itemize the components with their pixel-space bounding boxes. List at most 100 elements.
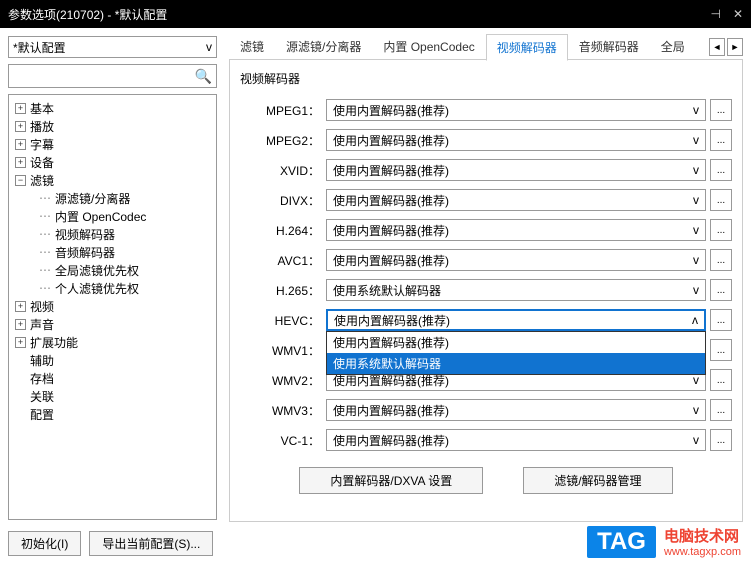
chevron-down-icon: v [693,133,699,147]
left-panel: *默认配置 v 🔍 + 基本 + 播放+字幕+设备−滤镜源滤镜/分离器内置 OpenC… [0,28,225,528]
tree-child-item[interactable]: 音频解码器 [11,243,214,261]
tree-toggle-icon[interactable]: − [15,175,26,186]
tree-item-label: 播放 [30,118,54,135]
decoder-label: DIVX： [240,192,320,209]
tab[interactable]: 源滤镜/分离器 [275,33,372,60]
search-box[interactable]: 🔍 [8,64,217,88]
pin-icon[interactable]: ⊣ [710,7,720,21]
decoder-more-button[interactable]: ... [710,99,732,121]
decoder-more-button[interactable]: ... [710,249,732,271]
decoder-more-button[interactable]: ... [710,399,732,421]
decoder-more-button[interactable]: ... [710,429,732,451]
tree-child-item[interactable]: 内置 OpenCodec [11,207,214,225]
chevron-down-icon: v [693,163,699,177]
tree-item[interactable]: 配置 [11,405,214,423]
tree-child-item[interactable]: 源滤镜/分离器 [11,189,214,207]
decoder-label: AVC1： [240,252,320,269]
initialize-button[interactable]: 初始化(I) [8,531,81,556]
tab[interactable]: 滤镜 [229,33,275,60]
tree-item-label: 声音 [30,316,54,333]
decoder-label: H.264： [240,222,320,239]
decoder-label: WMV2： [240,372,320,389]
dropdown-item[interactable]: 使用系统默认解码器 [327,353,705,374]
tree-item[interactable]: +字幕 [11,135,214,153]
decoder-select[interactable]: 使用内置解码器(推荐)v [326,429,706,451]
decoder-select[interactable]: 使用内置解码器(推荐) v [326,249,706,271]
decoder-more-button[interactable]: ... [710,279,732,301]
dxva-settings-button[interactable]: 内置解码器/DXVA 设置 [299,467,483,494]
tree-item[interactable]: + 基本 [11,99,214,117]
tab-scroll-right[interactable]: ► [727,38,743,56]
decoder-label: XVID： [240,162,320,179]
watermark-text: 电脑技术网 [664,525,741,546]
tree-item[interactable]: + 声音 [11,315,214,333]
preset-select[interactable]: *默认配置 v [8,36,217,58]
decoder-select[interactable]: 使用系统默认解码器v [326,279,706,301]
filter-manage-button[interactable]: 滤镜/解码器管理 [523,467,672,494]
tree-item-label: 辅助 [30,352,54,369]
tab[interactable]: 视频解码器 [486,34,568,61]
decoder-select[interactable]: 使用内置解码器(推荐) v [326,99,706,121]
tree-item[interactable]: 辅助 [11,351,214,369]
decoder-select[interactable]: 使用内置解码器(推荐)ʌ [326,309,706,331]
right-panel: ◄ ► 滤镜源滤镜/分离器内置 OpenCodec视频解码器音频解码器全局 视频… [225,28,751,528]
tree-item[interactable]: + 播放 [11,117,214,135]
decoder-value: 使用内置解码器(推荐) [333,432,449,449]
tree-toggle-icon[interactable]: + [15,157,26,168]
decoder-more-button[interactable]: ... [710,219,732,241]
chevron-down-icon: v [693,403,699,417]
chevron-down-icon: v [693,223,699,237]
tree-child-item[interactable]: 视频解码器 [11,225,214,243]
decoder-more-button[interactable]: ... [710,189,732,211]
tab[interactable]: 全局 [650,33,696,60]
decoder-row: MPEG1：使用内置解码器(推荐)v... [240,99,732,121]
decoder-select[interactable]: 使用内置解码器(推荐)v [326,159,706,181]
chevron-down-icon: v [693,253,699,267]
decoder-value: 使用内置解码器(推荐) [334,312,450,329]
tree-item-label: 基本 [30,100,54,117]
footer: 初始化(I) 导出当前配置(S)... [8,531,213,556]
tree-toggle-icon[interactable]: + [15,139,26,150]
decoder-label: WMV3： [240,402,320,419]
decoder-value: 使用系统默认解码器 [333,282,441,299]
settings-tree[interactable]: + 基本 + 播放+字幕+设备−滤镜源滤镜/分离器内置 OpenCodec视频解码器音… [8,94,217,520]
decoder-more-button[interactable]: ... [710,309,732,331]
tree-child-item[interactable]: 全局滤镜优先权 [11,261,214,279]
decoder-more-button[interactable]: ... [710,129,732,151]
search-input[interactable] [13,69,195,83]
decoder-select[interactable]: 使用内置解码器(推荐) v [326,219,706,241]
tree-toggle-icon[interactable]: + [15,121,26,132]
tree-item[interactable]: +视频 [11,297,214,315]
decoder-value: 使用内置解码器(推荐) [333,192,449,209]
decoder-select[interactable]: 使用内置解码器(推荐)v [326,399,706,421]
tree-item[interactable]: +扩展功能 [11,333,214,351]
tree-toggle-icon[interactable]: + [15,103,26,114]
chevron-down-icon: v [693,103,699,117]
decoder-more-button[interactable]: ... [710,369,732,391]
tab[interactable]: 内置 OpenCodec [372,33,485,60]
decoder-more-button[interactable]: ... [710,159,732,181]
tree-item[interactable]: −滤镜 [11,171,214,189]
tree-toggle-icon[interactable]: + [15,337,26,348]
decoder-panel: 视频解码器 MPEG1：使用内置解码器(推荐)v...MPEG2：使用内置解码器… [229,60,743,522]
tree-child-item[interactable]: 个人滤镜优先权 [11,279,214,297]
decoder-value: 使用内置解码器(推荐) [333,102,449,119]
tab[interactable]: 音频解码器 [568,33,650,60]
decoder-label: H.265： [240,282,320,299]
decoder-select[interactable]: 使用内置解码器(推荐)v [326,189,706,211]
tree-item[interactable]: +设备 [11,153,214,171]
decoder-more-button[interactable]: ... [710,339,732,361]
search-icon[interactable]: 🔍 [195,68,212,85]
decoder-select[interactable]: 使用内置解码器(推荐)v [326,129,706,151]
dropdown-item[interactable]: 使用内置解码器(推荐) [327,332,705,353]
tree-toggle-icon[interactable]: + [15,301,26,312]
decoder-row: AVC1： 使用内置解码器(推荐) v... [240,249,732,271]
decoder-value: 使用内置解码器(推荐) [333,222,449,239]
tree-item[interactable]: 存档 [11,369,214,387]
tree-toggle-icon[interactable]: + [15,319,26,330]
export-config-button[interactable]: 导出当前配置(S)... [89,531,213,556]
tab-scroll-left[interactable]: ◄ [709,38,725,56]
decoder-value: 使用内置解码器(推荐) [333,252,449,269]
tree-item[interactable]: 关联 [11,387,214,405]
close-icon[interactable]: ✕ [733,7,743,21]
